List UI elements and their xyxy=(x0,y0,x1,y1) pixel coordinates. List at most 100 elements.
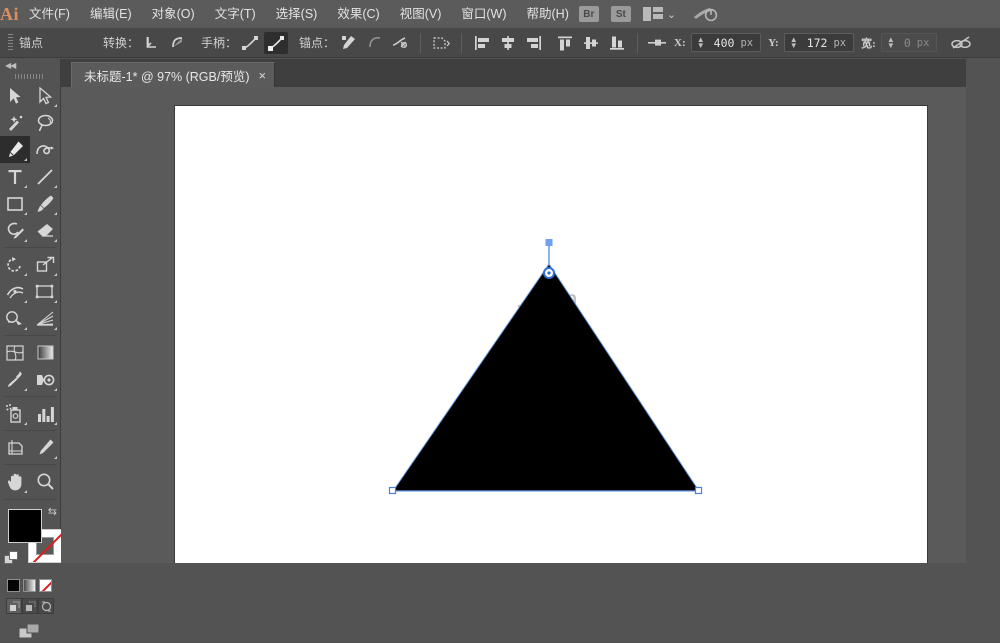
color-swatch-button[interactable] xyxy=(7,579,20,592)
column-graph-tool[interactable] xyxy=(30,400,60,427)
menu-object[interactable]: 对象(O) xyxy=(142,0,205,28)
connect-anchors-icon[interactable] xyxy=(362,32,386,54)
tools-grid xyxy=(0,82,61,495)
menu-window[interactable]: 窗口(W) xyxy=(451,0,516,28)
menu-edit[interactable]: 编辑(E) xyxy=(80,0,142,28)
remove-anchor-icon[interactable] xyxy=(336,32,360,54)
selection-tool[interactable] xyxy=(0,82,30,109)
y-coordinate-field[interactable]: ▲ ▼ 172 px xyxy=(783,33,855,52)
bottom-right-anchor-point[interactable] xyxy=(694,486,703,495)
slice-tool[interactable] xyxy=(30,434,60,461)
shaper-tool[interactable] xyxy=(0,217,30,244)
color-mode-row xyxy=(0,575,60,592)
bridge-button[interactable]: Br xyxy=(578,6,599,22)
width-stepper: ▲ ▼ xyxy=(886,34,895,50)
fill-swatch[interactable] xyxy=(8,509,42,543)
y-stepper[interactable]: ▲ ▼ xyxy=(785,35,803,49)
curvature-tool[interactable] xyxy=(30,136,60,163)
swap-fill-stroke-icon[interactable]: ⇆ xyxy=(48,505,57,518)
control-options-bar: 锚点 转换： 手柄： 锚点： X: ▲ ▼ 400 px Y: ▲ ▼ 172 … xyxy=(0,28,1000,58)
shape-builder-tool[interactable] xyxy=(0,305,30,332)
tool-group-indicator xyxy=(24,212,27,215)
divider xyxy=(5,247,56,248)
cut-path-icon[interactable] xyxy=(388,32,412,54)
tool-group-indicator xyxy=(24,327,27,330)
close-icon[interactable]: × xyxy=(259,69,267,82)
control-bar-gripper[interactable] xyxy=(8,33,13,52)
rotate-tool[interactable] xyxy=(0,251,30,278)
menu-effect[interactable]: 效果(C) xyxy=(327,0,389,28)
width-tool[interactable] xyxy=(0,278,30,305)
tool-group-indicator xyxy=(54,388,57,391)
apex-anchor-center xyxy=(547,271,551,275)
isolate-selected-icon[interactable] xyxy=(429,32,453,54)
paintbrush-tool[interactable] xyxy=(30,190,60,217)
draw-normal-button[interactable] xyxy=(6,598,22,614)
tool-group-indicator xyxy=(24,388,27,391)
type-tool[interactable] xyxy=(0,163,30,190)
blend-tool[interactable] xyxy=(30,366,60,393)
x-coordinate-field[interactable]: ▲ ▼ 400 px xyxy=(690,33,762,52)
menu-bar: Ai 文件(F) 编辑(E) 对象(O) 文字(T) 选择(S) 效果(C) 视… xyxy=(0,0,1000,28)
tool-group-indicator xyxy=(24,239,27,242)
triangle-path[interactable] xyxy=(393,264,699,491)
pen-tool[interactable] xyxy=(0,136,30,163)
menu-file[interactable]: 文件(F) xyxy=(19,0,80,28)
divider xyxy=(5,499,56,500)
tool-group-indicator xyxy=(54,104,57,107)
direct-selection-tool[interactable] xyxy=(30,82,60,109)
menu-view[interactable]: 视图(V) xyxy=(390,0,452,28)
line-segment-tool[interactable] xyxy=(30,163,60,190)
show-handles-icon[interactable] xyxy=(238,32,262,54)
bottom-left-anchor-point[interactable] xyxy=(388,486,397,495)
menu-help[interactable]: 帮助(H) xyxy=(517,0,579,28)
document-tab[interactable]: 未标题-1* @ 97% (RGB/预览) × xyxy=(71,62,276,87)
align-horizontal-center-icon[interactable] xyxy=(496,32,520,54)
free-transform-tool[interactable] xyxy=(30,278,60,305)
hand-tool[interactable] xyxy=(0,468,30,495)
arrange-documents-icon[interactable] xyxy=(642,7,663,21)
collapse-panel-icon[interactable]: ◀◀ xyxy=(0,59,60,71)
rectangle-tool[interactable] xyxy=(0,190,30,217)
stock-button[interactable]: St xyxy=(610,6,631,22)
transform-handle-icon[interactable] xyxy=(646,32,670,54)
mesh-tool[interactable] xyxy=(0,339,30,366)
eyedropper-tool[interactable] xyxy=(0,366,30,393)
tools-panel: ◀◀ ⇆ xyxy=(0,59,62,639)
workspace-switcher-icon[interactable] xyxy=(692,5,718,23)
hide-handles-icon[interactable] xyxy=(264,31,289,54)
divider xyxy=(637,32,639,53)
lasso-tool[interactable] xyxy=(30,109,60,136)
change-screen-mode-icon[interactable] xyxy=(18,622,42,643)
chevron-down-icon[interactable]: ⌄ xyxy=(667,8,676,21)
unlink-proportions-icon[interactable] xyxy=(949,32,973,54)
zoom-tool[interactable] xyxy=(30,468,60,495)
gradient-tool[interactable] xyxy=(30,339,60,366)
symbol-sprayer-tool[interactable] xyxy=(0,400,30,427)
artwork-layer[interactable] xyxy=(61,87,1000,563)
menu-type[interactable]: 文字(T) xyxy=(205,0,266,28)
align-top-icon[interactable] xyxy=(553,32,577,54)
tool-group-indicator xyxy=(54,185,57,188)
align-bottom-icon[interactable] xyxy=(605,32,629,54)
align-vertical-center-icon[interactable] xyxy=(579,32,603,54)
tools-panel-gripper[interactable] xyxy=(0,71,60,82)
scale-tool[interactable] xyxy=(30,251,60,278)
convert-to-corner-icon[interactable] xyxy=(140,32,164,54)
y-unit: px xyxy=(833,36,847,49)
canvas-area[interactable]: .com xyxy=(61,87,1000,563)
eraser-tool[interactable] xyxy=(30,217,60,244)
artboard-tool[interactable] xyxy=(0,434,30,461)
magic-wand-tool[interactable] xyxy=(0,109,30,136)
perspective-grid-tool[interactable] xyxy=(30,305,60,332)
menu-select[interactable]: 选择(S) xyxy=(266,0,328,28)
align-right-icon[interactable] xyxy=(522,32,546,54)
convert-to-smooth-icon[interactable] xyxy=(166,32,190,54)
align-left-icon[interactable] xyxy=(470,32,494,54)
gradient-swatch-button[interactable] xyxy=(23,579,36,592)
none-swatch-button[interactable] xyxy=(39,579,52,592)
direction-handle-point[interactable] xyxy=(545,239,553,246)
draw-inside-button[interactable] xyxy=(38,598,54,614)
draw-behind-button[interactable] xyxy=(22,598,38,614)
x-stepper[interactable]: ▲ ▼ xyxy=(692,35,710,49)
